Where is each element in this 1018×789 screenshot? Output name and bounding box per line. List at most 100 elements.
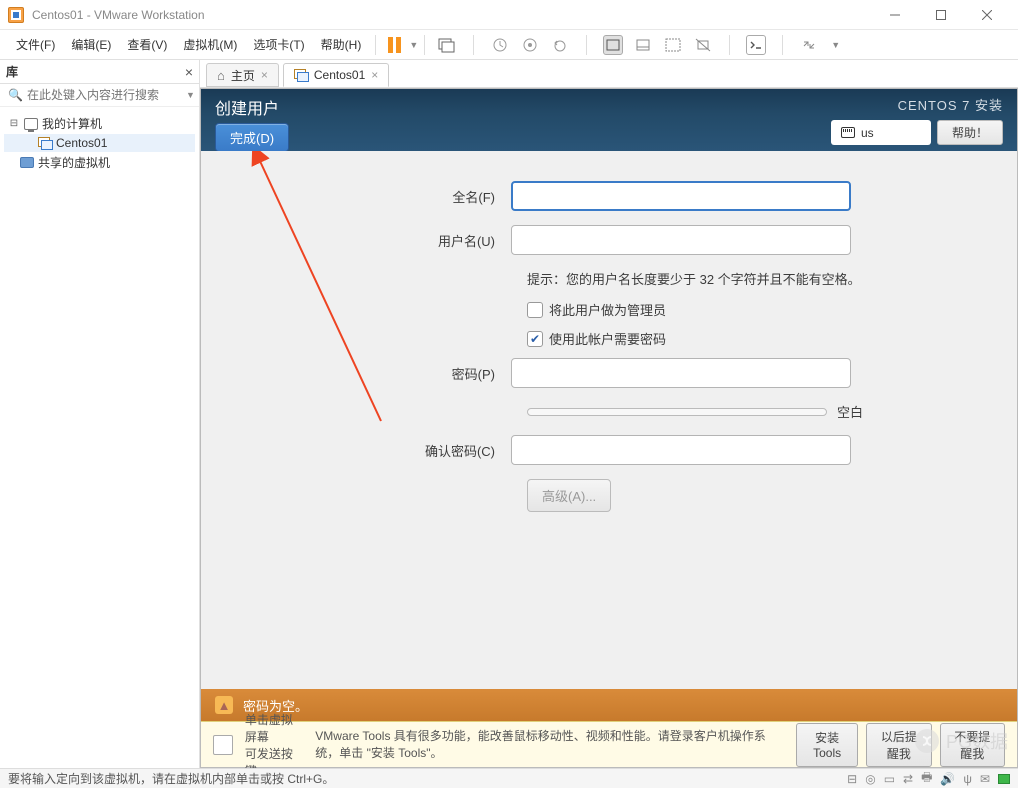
password-input[interactable] xyxy=(511,358,851,388)
sound-icon[interactable]: 🔊 xyxy=(940,772,955,786)
status-bar: 要将输入定向到该虚拟机，请在虚拟机内部单击或按 Ctrl+G。 ⊟ ◎ ▭ ⇄ … xyxy=(0,768,1018,788)
admin-checkbox-label: 将此用户做为管理员 xyxy=(549,300,666,319)
require-password-checkbox-row[interactable]: 使用此帐户需要密码 xyxy=(527,329,977,348)
separator xyxy=(375,35,376,55)
help-button[interactable]: 帮助！ xyxy=(937,120,1003,145)
shared-folder-icon xyxy=(20,157,34,168)
tools-message: VMware Tools 具有很多功能，能改善鼠标移动性、视频和性能。请登录客户… xyxy=(315,728,784,762)
tree-label: Centos01 xyxy=(56,136,107,150)
menu-bar: 文件(F) 编辑(E) 查看(V) 虚拟机(M) 选项卡(T) 帮助(H) ▼ … xyxy=(0,30,1018,60)
chevron-down-icon[interactable]: ▼ xyxy=(831,40,840,50)
console-view-icon[interactable] xyxy=(746,35,766,55)
window-close-button[interactable] xyxy=(964,0,1010,30)
tools-hint-icon xyxy=(213,735,233,755)
password-label: 密码(P) xyxy=(241,364,511,383)
window-titlebar: Centos01 - VMware Workstation xyxy=(0,0,1018,30)
chevron-down-icon[interactable]: ▼ xyxy=(182,90,199,100)
warning-icon: ▲ xyxy=(215,696,233,714)
vmware-tools-bar: 单击虚拟屏幕 可发送按键 VMware Tools 具有很多功能，能改善鼠标移动… xyxy=(201,721,1017,767)
tab-centos01[interactable]: Centos01 × xyxy=(283,63,389,87)
installer-header: 创建用户 完成(D) CENTOS 7 安装 us 帮助！ xyxy=(201,89,1017,151)
keyboard-layout-selector[interactable]: us xyxy=(831,120,931,145)
password-strength-bar xyxy=(527,408,827,416)
window-maximize-button[interactable] xyxy=(918,0,964,30)
checkbox-checked-icon[interactable] xyxy=(527,331,543,347)
snapshot-icon[interactable] xyxy=(490,35,510,55)
separator xyxy=(424,35,425,55)
usb-icon[interactable]: ψ xyxy=(963,772,972,786)
username-input[interactable] xyxy=(511,225,851,255)
tree-my-computer[interactable]: ⊟ 我的计算机 xyxy=(4,113,195,134)
install-tools-button[interactable]: 安装 Tools xyxy=(796,723,858,767)
network-icon[interactable]: ⇄ xyxy=(903,772,913,786)
advanced-button[interactable]: 高级(A)... xyxy=(527,479,611,512)
tab-label: Centos01 xyxy=(314,68,365,82)
view-console-icon[interactable] xyxy=(633,35,653,55)
window-title: Centos01 - VMware Workstation xyxy=(32,8,872,22)
confirm-password-input[interactable] xyxy=(511,435,851,465)
view-fullscreen-icon[interactable] xyxy=(663,35,683,55)
send-ctrl-alt-del-icon[interactable] xyxy=(437,35,457,55)
confirm-password-label: 确认密码(C) xyxy=(241,441,511,460)
tab-close-icon[interactable]: × xyxy=(371,68,378,82)
password-strength-label: 空白 xyxy=(837,402,863,421)
require-password-label: 使用此帐户需要密码 xyxy=(549,329,666,348)
search-input[interactable] xyxy=(27,88,182,102)
separator xyxy=(782,35,783,55)
floppy-icon[interactable]: ▭ xyxy=(884,772,895,786)
status-text: 要将输入定向到该虚拟机，请在虚拟机内部单击或按 Ctrl+G。 xyxy=(8,770,334,787)
menu-edit[interactable]: 编辑(E) xyxy=(63,32,119,57)
guest-installer-screen[interactable]: 创建用户 完成(D) CENTOS 7 安装 us 帮助！ xyxy=(200,88,1018,768)
tree-label: 共享的虚拟机 xyxy=(38,154,110,171)
sidebar-close-icon[interactable]: × xyxy=(185,64,193,80)
library-sidebar: 库 × 🔍 ▼ ⊟ 我的计算机 Centos01 共享的虚拟机 xyxy=(0,60,200,768)
message-icon[interactable]: ✉ xyxy=(980,772,990,786)
fullname-input[interactable] xyxy=(511,181,851,211)
library-tree: ⊟ 我的计算机 Centos01 共享的虚拟机 xyxy=(0,107,199,179)
snapshot-manager-icon[interactable] xyxy=(520,35,540,55)
sidebar-header: 库 × xyxy=(0,60,199,84)
done-button[interactable]: 完成(D) xyxy=(215,123,289,152)
checkbox-icon[interactable] xyxy=(527,302,543,318)
view-unity-icon[interactable] xyxy=(693,35,713,55)
sidebar-search[interactable]: 🔍 ▼ xyxy=(0,84,199,107)
view-single-icon[interactable] xyxy=(603,35,623,55)
revert-snapshot-icon[interactable] xyxy=(550,35,570,55)
vm-power-indicator-icon[interactable] xyxy=(998,774,1010,784)
separator xyxy=(473,35,474,55)
menu-tabs[interactable]: 选项卡(T) xyxy=(245,32,312,57)
sidebar-title: 库 xyxy=(6,63,185,80)
tree-vm-centos01[interactable]: Centos01 xyxy=(4,134,195,152)
installer-product-title: CENTOS 7 安装 xyxy=(898,95,1003,114)
tree-shared-vms[interactable]: 共享的虚拟机 xyxy=(4,152,195,173)
collapse-icon[interactable]: ⊟ xyxy=(8,118,20,129)
menu-vm[interactable]: 虚拟机(M) xyxy=(175,32,245,57)
admin-checkbox-row[interactable]: 将此用户做为管理员 xyxy=(527,300,977,319)
home-icon: ⌂ xyxy=(217,68,225,83)
disk-icon[interactable]: ⊟ xyxy=(847,772,857,786)
warning-bar: ▲ 密码为空。 xyxy=(201,689,1017,721)
create-user-form: 全名(F) 用户名(U) 提示：您的用户名长度要少于 32 个字符并且不能有空格… xyxy=(201,151,1017,689)
menu-file[interactable]: 文件(F) xyxy=(8,32,63,57)
keyboard-icon xyxy=(841,127,855,138)
printer-icon[interactable]: 🖶 xyxy=(921,768,932,789)
tab-label: 主页 xyxy=(231,67,255,84)
content-area: ⌂ 主页 × Centos01 × 创建用户 完成(D) CENTOS 7 安装 xyxy=(200,60,1018,768)
tree-label: 我的计算机 xyxy=(42,115,102,132)
menu-view[interactable]: 查看(V) xyxy=(119,32,175,57)
username-label: 用户名(U) xyxy=(241,231,511,250)
tab-bar: ⌂ 主页 × Centos01 × xyxy=(200,60,1018,88)
menu-help[interactable]: 帮助(H) xyxy=(313,32,370,57)
stretch-icon[interactable] xyxy=(799,35,819,55)
vmware-app-icon xyxy=(8,7,24,23)
window-minimize-button[interactable] xyxy=(872,0,918,30)
tab-home[interactable]: ⌂ 主页 × xyxy=(206,63,279,87)
vm-icon xyxy=(294,69,308,81)
pause-icon[interactable] xyxy=(382,37,407,53)
keyboard-layout-label: us xyxy=(861,126,874,140)
fullname-label: 全名(F) xyxy=(241,187,511,206)
search-icon: 🔍 xyxy=(8,88,23,102)
tab-close-icon[interactable]: × xyxy=(261,68,268,82)
chevron-down-icon[interactable]: ▼ xyxy=(409,40,418,50)
cd-icon[interactable]: ◎ xyxy=(865,772,875,786)
